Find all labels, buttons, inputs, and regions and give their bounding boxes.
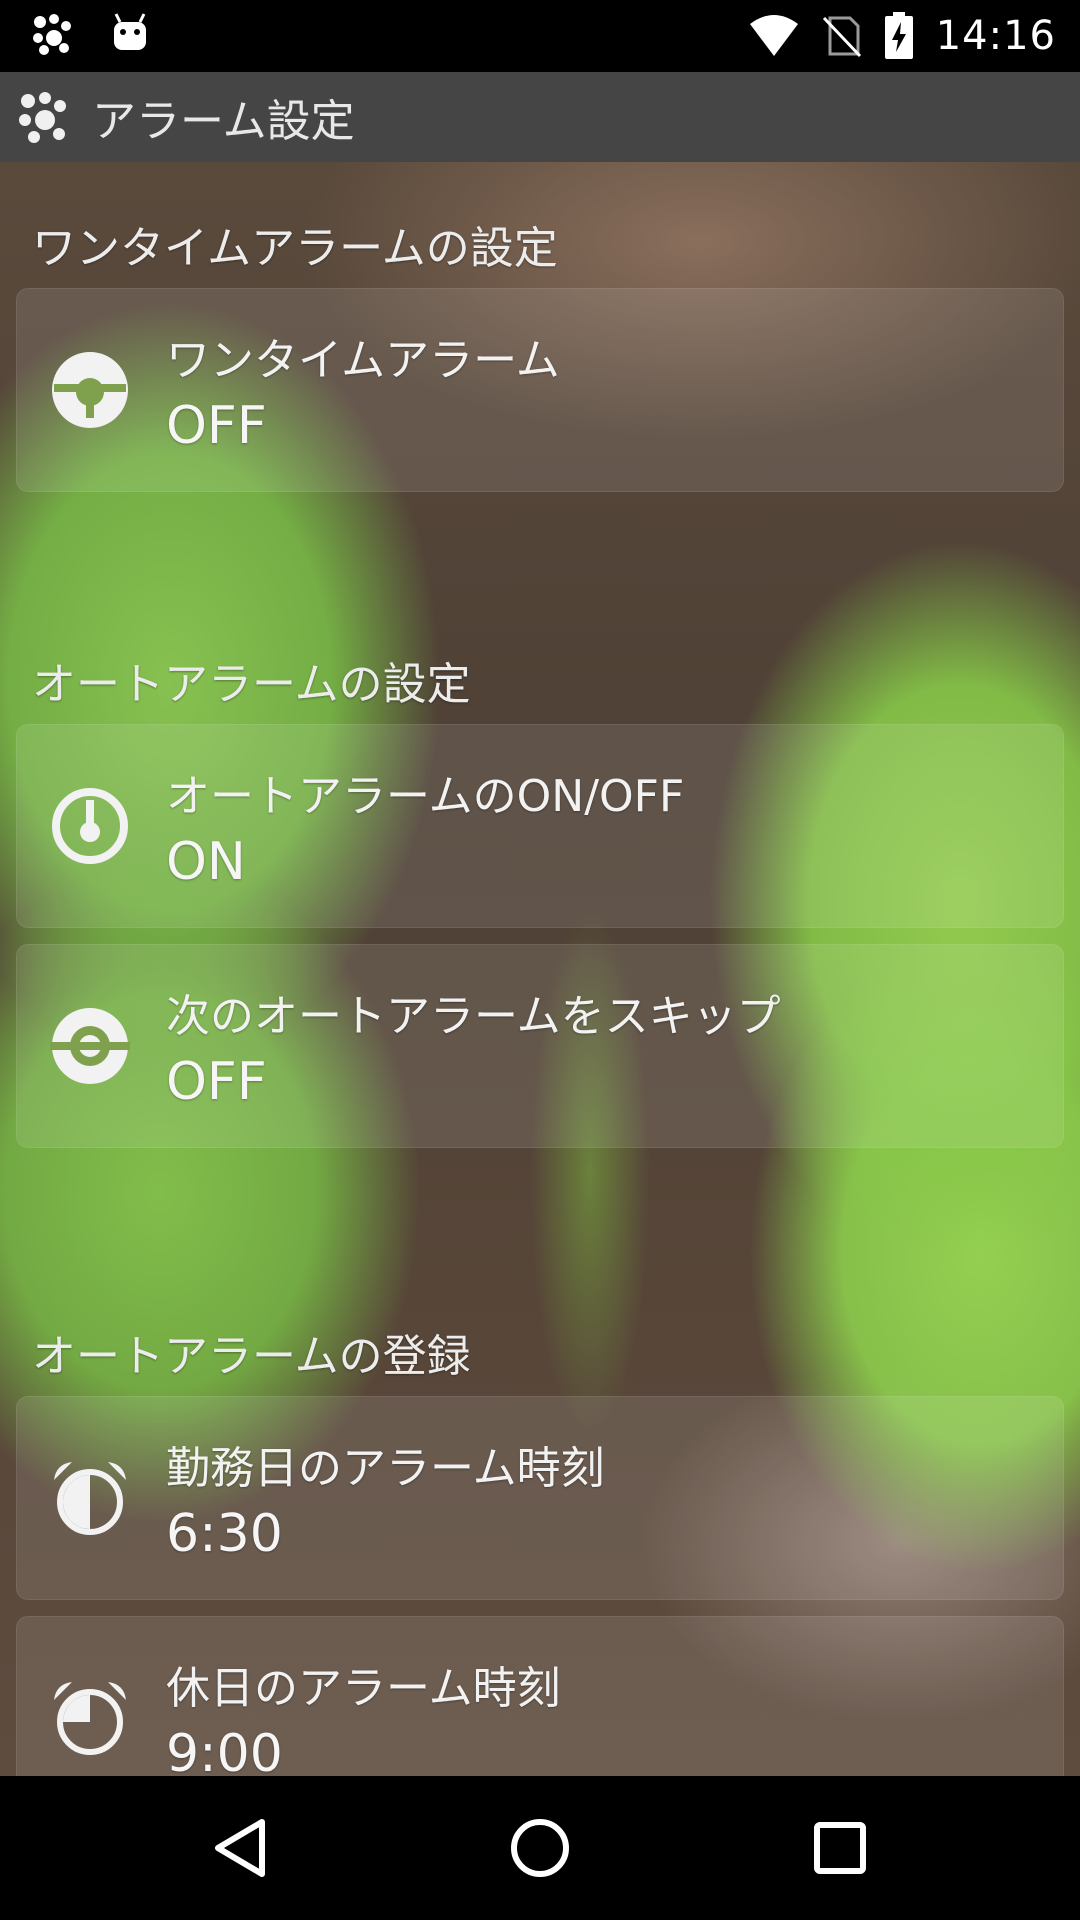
- back-icon: [215, 1819, 265, 1877]
- home-button[interactable]: [500, 1812, 580, 1884]
- setting-onetime-alarm[interactable]: ワンタイムアラーム OFF: [16, 288, 1064, 492]
- skip-alarm-icon: [50, 1008, 130, 1084]
- setting-value: OFF: [166, 396, 267, 456]
- no-sim-icon: [822, 16, 861, 58]
- android-icon: [114, 13, 146, 50]
- recents-icon: [814, 1822, 866, 1874]
- setting-value: OFF: [166, 1052, 267, 1112]
- setting-title: オートアラームのON/OFF: [166, 771, 685, 822]
- paw-logo-icon: [19, 92, 66, 143]
- setting-title: ワンタイムアラーム: [166, 335, 560, 386]
- alarm-clock-icon: [54, 1462, 126, 1535]
- setting-title: 次のオートアラームをスキップ: [166, 991, 781, 1042]
- section-header-auto-settings: オートアラームの設定: [32, 659, 471, 710]
- status-right-icons: 14:16: [748, 0, 1056, 72]
- setting-auto-alarm-toggle[interactable]: オートアラームのON/OFF ON: [16, 724, 1064, 928]
- app-bar: アラーム設定: [0, 72, 1080, 162]
- power-icon: [52, 788, 128, 864]
- app-paw-icon: [33, 14, 71, 55]
- status-bar: 14:16: [0, 0, 1080, 72]
- home-icon: [511, 1819, 569, 1877]
- setting-title: 勤務日のアラーム時刻: [166, 1443, 605, 1494]
- setting-value: 9:00: [166, 1724, 283, 1776]
- navigation-bar: [0, 1776, 1080, 1920]
- setting-holiday-alarm-time[interactable]: 休日のアラーム時刻 9:00: [16, 1616, 1064, 1776]
- battery-charging-icon: [884, 12, 913, 59]
- setting-workday-alarm-time[interactable]: 勤務日のアラーム時刻 6:30: [16, 1396, 1064, 1600]
- page-title: アラーム設定: [92, 96, 355, 147]
- onetime-alarm-icon: [52, 352, 128, 428]
- setting-title: 休日のアラーム時刻: [166, 1663, 561, 1714]
- setting-value: ON: [166, 832, 246, 892]
- section-header-onetime: ワンタイムアラームの設定: [32, 223, 558, 274]
- settings-list[interactable]: ワンタイムアラームの設定 ワンタイムアラーム OFF オートアラームの設定 オー…: [0, 162, 1080, 1776]
- section-header-auto-register: オートアラームの登録: [32, 1331, 471, 1382]
- status-left-icons: [30, 12, 150, 56]
- wifi-icon: [749, 15, 798, 56]
- status-clock: 14:16: [935, 13, 1056, 59]
- setting-skip-next-alarm[interactable]: 次のオートアラームをスキップ OFF: [16, 944, 1064, 1148]
- setting-value: 6:30: [166, 1504, 283, 1564]
- screen: 14:16 アラーム設定 ワンタイムアラームの設定 ワンタイムアラーム OFF …: [0, 0, 1080, 1920]
- back-button[interactable]: [200, 1812, 280, 1884]
- recents-button[interactable]: [800, 1812, 880, 1884]
- alarm-clock-icon: [54, 1682, 126, 1755]
